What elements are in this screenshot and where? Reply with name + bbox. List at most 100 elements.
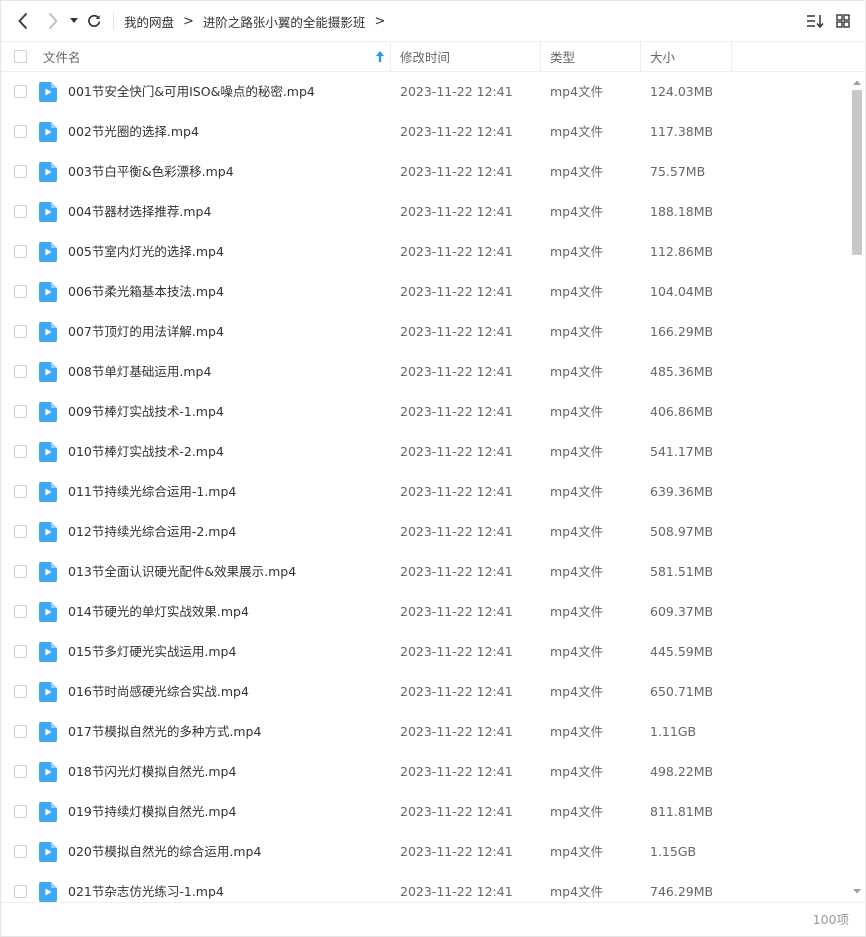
back-button[interactable] (9, 1, 37, 41)
file-size: 1.11GB (650, 724, 697, 739)
row-checkbox[interactable] (14, 405, 27, 418)
file-name[interactable]: 020节模拟自然光的综合运用.mp4 (68, 832, 261, 872)
select-all-checkbox[interactable] (14, 50, 27, 63)
row-checkbox[interactable] (14, 445, 27, 458)
table-row[interactable]: 002节光圈的选择.mp4 2023-11-22 12:41 mp4文件 117.38… (1, 112, 849, 152)
file-type: mp4文件 (550, 164, 604, 179)
table-row[interactable]: 012节持续光综合运用-2.mp4 2023-11-22 12:41 mp4文件 50… (1, 512, 849, 552)
file-name[interactable]: 013节全面认识硬光配件&效果展示.mp4 (68, 552, 296, 592)
row-checkbox[interactable] (14, 245, 27, 258)
table-row[interactable]: 005节室内灯光的选择.mp4 2023-11-22 12:41 mp4文件 112.… (1, 232, 849, 272)
header-type[interactable]: 类型 (541, 42, 641, 71)
view-toggle-button[interactable] (829, 1, 857, 41)
file-type: mp4文件 (550, 724, 604, 739)
file-modified-time: 2023-11-22 12:41 (400, 444, 513, 459)
file-name[interactable]: 019节持续灯模拟自然光.mp4 (68, 792, 236, 832)
file-name[interactable]: 011节持续光综合运用-1.mp4 (68, 472, 236, 512)
breadcrumb-item-root[interactable]: 我的网盘 (124, 12, 174, 31)
scroll-up-icon[interactable] (852, 78, 862, 88)
table-row[interactable]: 008节单灯基础运用.mp4 2023-11-22 12:41 mp4文件 485.3… (1, 352, 849, 392)
table-row[interactable]: 004节器材选择推荐.mp4 2023-11-22 12:41 mp4文件 188.1… (1, 192, 849, 232)
row-checkbox[interactable] (14, 565, 27, 578)
table-row[interactable]: 021节杂志仿光练习-1.mp4 2023-11-22 12:41 mp4文件 746… (1, 872, 849, 902)
file-name[interactable]: 012节持续光综合运用-2.mp4 (68, 512, 236, 552)
vertical-scrollbar[interactable] (849, 72, 865, 902)
table-row[interactable]: 006节柔光箱基本技法.mp4 2023-11-22 12:41 mp4文件 104.… (1, 272, 849, 312)
header-select-all[interactable] (14, 42, 34, 71)
table-row[interactable]: 019节持续灯模拟自然光.mp4 2023-11-22 12:41 mp4文件 811… (1, 792, 849, 832)
video-file-icon (39, 322, 57, 342)
file-type: mp4文件 (550, 404, 604, 419)
table-row[interactable]: 017节模拟自然光的多种方式.mp4 2023-11-22 12:41 mp4文件 1… (1, 712, 849, 752)
row-checkbox[interactable] (14, 685, 27, 698)
table-row[interactable]: 013节全面认识硬光配件&效果展示.mp4 2023-11-22 12:41 mp4… (1, 552, 849, 592)
table-row[interactable]: 020节模拟自然光的综合运用.mp4 2023-11-22 12:41 mp4文件 1… (1, 832, 849, 872)
table-row[interactable]: 011节持续光综合运用-1.mp4 2023-11-22 12:41 mp4文件 63… (1, 472, 849, 512)
row-checkbox[interactable] (14, 85, 27, 98)
file-name[interactable]: 015节多灯硬光实战运用.mp4 (68, 632, 236, 672)
file-name[interactable]: 006节柔光箱基本技法.mp4 (68, 272, 224, 312)
table-row[interactable]: 009节棒灯实战技术-1.mp4 2023-11-22 12:41 mp4文件 406… (1, 392, 849, 432)
row-checkbox[interactable] (14, 805, 27, 818)
row-checkbox[interactable] (14, 205, 27, 218)
file-name[interactable]: 005节室内灯光的选择.mp4 (68, 232, 224, 272)
row-checkbox[interactable] (14, 165, 27, 178)
row-checkbox[interactable] (14, 885, 27, 898)
row-checkbox[interactable] (14, 765, 27, 778)
table-row[interactable]: 018节闪光灯模拟自然光.mp4 2023-11-22 12:41 mp4文件 498… (1, 752, 849, 792)
video-file-icon (39, 562, 57, 582)
row-checkbox[interactable] (14, 285, 27, 298)
video-file-icon (39, 602, 57, 622)
row-checkbox[interactable] (14, 725, 27, 738)
scrollbar-thumb[interactable] (852, 90, 862, 255)
video-file-icon (39, 722, 57, 742)
file-name[interactable]: 004节器材选择推荐.mp4 (68, 192, 211, 232)
row-checkbox[interactable] (14, 605, 27, 618)
table-row[interactable]: 015节多灯硬光实战运用.mp4 2023-11-22 12:41 mp4文件 445… (1, 632, 849, 672)
file-name[interactable]: 017节模拟自然光的多种方式.mp4 (68, 712, 261, 752)
table-row[interactable]: 003节白平衡&色彩漂移.mp4 2023-11-22 12:41 mp4文件 75.… (1, 152, 849, 192)
file-name[interactable]: 021节杂志仿光练习-1.mp4 (68, 872, 224, 902)
forward-button[interactable] (39, 1, 67, 41)
file-name[interactable]: 009节棒灯实战技术-1.mp4 (68, 392, 224, 432)
row-checkbox[interactable] (14, 525, 27, 538)
file-name[interactable]: 007节顶灯的用法详解.mp4 (68, 312, 224, 352)
history-dropdown-button[interactable] (67, 1, 81, 41)
table-row[interactable]: 014节硬光的单灯实战效果.mp4 2023-11-22 12:41 mp4文件 60… (1, 592, 849, 632)
header-modified[interactable]: 修改时间 (391, 42, 541, 71)
row-checkbox[interactable] (14, 325, 27, 338)
table-row[interactable]: 010节棒灯实战技术-2.mp4 2023-11-22 12:41 mp4文件 541… (1, 432, 849, 472)
file-browser-window: 我的网盘 > 进阶之路张小翼的全能摄影班 > 文件名 修改时间 类型 大小 00… (0, 0, 866, 937)
header-size[interactable]: 大小 (641, 42, 732, 71)
file-modified-time: 2023-11-22 12:41 (400, 284, 513, 299)
breadcrumb-separator[interactable]: > (374, 14, 385, 29)
video-file-icon (39, 882, 57, 902)
file-modified-time: 2023-11-22 12:41 (400, 244, 513, 259)
row-checkbox[interactable] (14, 645, 27, 658)
file-name[interactable]: 002节光圈的选择.mp4 (68, 112, 199, 152)
sort-button[interactable] (801, 1, 829, 41)
refresh-button[interactable] (81, 1, 107, 41)
file-name[interactable]: 001节安全快门&可用ISO&噪点的秘密.mp4 (68, 72, 315, 112)
file-name[interactable]: 014节硬光的单灯实战效果.mp4 (68, 592, 249, 632)
breadcrumb-item-current[interactable]: 进阶之路张小翼的全能摄影班 (203, 12, 366, 31)
row-checkbox[interactable] (14, 845, 27, 858)
header-name[interactable]: 文件名 (43, 42, 391, 71)
item-count: 100项 (812, 912, 849, 927)
file-name[interactable]: 008节单灯基础运用.mp4 (68, 352, 211, 392)
file-name[interactable]: 016节时尚感硬光综合实战.mp4 (68, 672, 249, 712)
table-row[interactable]: 016节时尚感硬光综合实战.mp4 2023-11-22 12:41 mp4文件 65… (1, 672, 849, 712)
video-file-icon (39, 642, 57, 662)
sort-ascending-icon (376, 51, 384, 62)
row-checkbox[interactable] (14, 125, 27, 138)
row-checkbox[interactable] (14, 365, 27, 378)
file-size: 75.57MB (650, 164, 706, 179)
file-name[interactable]: 010节棒灯实战技术-2.mp4 (68, 432, 224, 472)
table-row[interactable]: 001节安全快门&可用ISO&噪点的秘密.mp4 2023-11-22 12:41… (1, 72, 849, 112)
row-checkbox[interactable] (14, 485, 27, 498)
file-name[interactable]: 003节白平衡&色彩漂移.mp4 (68, 152, 234, 192)
table-row[interactable]: 007节顶灯的用法详解.mp4 2023-11-22 12:41 mp4文件 166.… (1, 312, 849, 352)
scroll-down-icon[interactable] (852, 886, 862, 896)
file-name[interactable]: 018节闪光灯模拟自然光.mp4 (68, 752, 236, 792)
file-modified-time: 2023-11-22 12:41 (400, 364, 513, 379)
